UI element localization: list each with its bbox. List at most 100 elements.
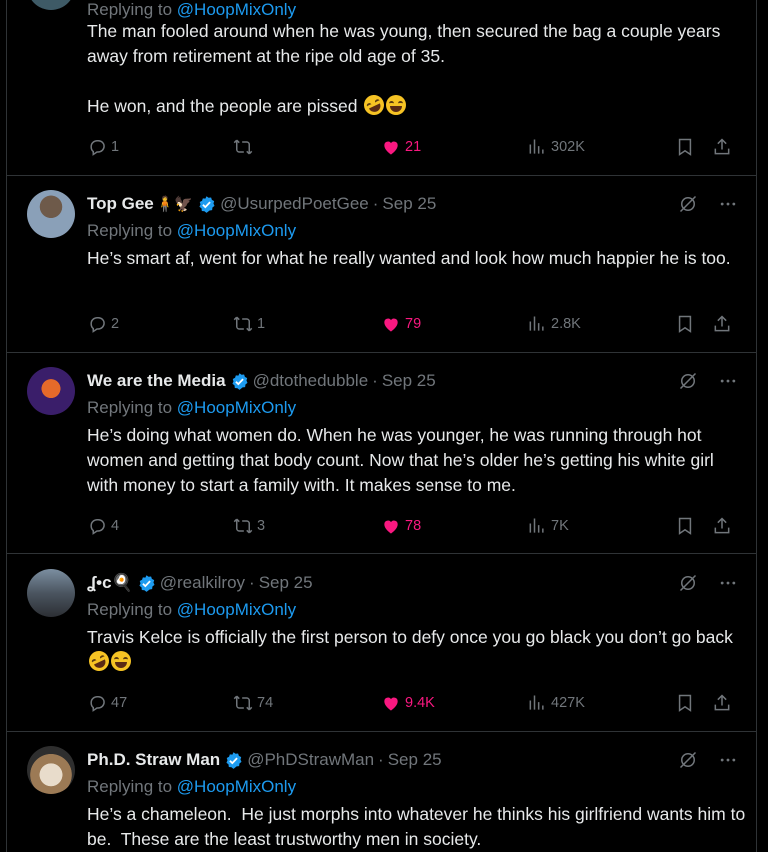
mention-link[interactable]: @HoopMixOnly [177, 777, 296, 796]
timestamp[interactable]: Sep 25 [382, 371, 436, 391]
verified-badge-icon [199, 195, 215, 213]
handle[interactable]: @realkilroy [160, 573, 245, 593]
mention-link[interactable]: @HoopMixOnly [177, 221, 296, 240]
repost-button[interactable] [233, 135, 257, 159]
reply-button[interactable]: 1 [87, 135, 119, 159]
bookmark-icon [678, 315, 692, 333]
reply-post[interactable]: ʆ•c🍳 @realkilroy · Sep 25 Replying to @H… [7, 555, 756, 732]
avatar[interactable] [27, 0, 75, 10]
display-name[interactable]: Top Gee [87, 194, 154, 214]
reply-post[interactable]: Ph.D. Straw Man @PhDStrawMan · Sep 25 Re… [7, 732, 756, 852]
reply-button[interactable]: 4 [87, 514, 119, 538]
post-menu [678, 750, 738, 770]
avatar[interactable] [27, 367, 75, 415]
handle[interactable]: @PhDStrawMan [247, 750, 374, 770]
reply-post[interactable]: Top Gee 🧍🦅 @UsurpedPoetGee · Sep 25 Repl… [7, 176, 756, 353]
more-icon[interactable] [718, 194, 738, 214]
avatar[interactable] [27, 569, 75, 617]
display-name[interactable]: ʆ•c🍳 [87, 573, 133, 593]
more-icon[interactable] [718, 573, 738, 593]
grok-icon[interactable] [678, 573, 698, 593]
like-button[interactable]: 78 [381, 514, 421, 538]
like-icon [384, 520, 398, 534]
handle[interactable]: @dtothedubble [253, 371, 369, 391]
action-bar: 1 21 302K [87, 135, 747, 159]
grok-icon[interactable] [678, 750, 698, 770]
reply-post[interactable]: Replying to @HoopMixOnly The man fooled … [7, 0, 756, 176]
timestamp[interactable]: Sep 25 [382, 194, 436, 214]
reply-icon [90, 519, 105, 535]
post-text: He’s smart af, went for what he really w… [87, 248, 731, 268]
joy-emoji-icon [111, 651, 131, 671]
verified-badge-icon [226, 751, 242, 769]
avatar[interactable] [27, 746, 75, 794]
views-icon [529, 139, 544, 154]
avatar[interactable] [27, 190, 75, 238]
replying-to: Replying to @HoopMixOnly [87, 398, 297, 417]
views-button[interactable]: 427K [527, 691, 585, 715]
repost-button[interactable]: 74 [233, 691, 273, 715]
timestamp[interactable]: Sep 25 [388, 750, 442, 770]
share-button[interactable] [712, 135, 732, 159]
reply-button[interactable]: 47 [87, 691, 127, 715]
display-name[interactable]: We are the Media [87, 371, 226, 391]
reply-button[interactable]: 2 [87, 312, 119, 336]
action-bar: 47 74 9.4K 427K [87, 691, 747, 715]
grok-icon[interactable] [678, 371, 698, 391]
post-text: He’s a chameleon. He just morphs into wh… [87, 804, 751, 849]
share-icon [714, 517, 730, 534]
share-button[interactable] [712, 691, 732, 715]
more-icon[interactable] [718, 371, 738, 391]
share-icon [714, 694, 730, 711]
like-button[interactable]: 9.4K [381, 691, 435, 715]
repost-icon [233, 139, 253, 155]
display-name[interactable]: Ph.D. Straw Man [87, 750, 220, 770]
mention-link[interactable]: @HoopMixOnly [177, 398, 296, 417]
repost-button[interactable]: 3 [233, 514, 265, 538]
bookmark-icon [678, 694, 692, 712]
bookmark-button[interactable] [675, 135, 695, 159]
share-button[interactable] [712, 514, 732, 538]
bookmark-button[interactable] [675, 691, 695, 715]
share-button[interactable] [712, 312, 732, 336]
post-header: Ph.D. Straw Man @PhDStrawMan · Sep 25 [87, 750, 442, 770]
repost-icon [233, 316, 253, 332]
repost-button[interactable]: 1 [233, 312, 265, 336]
bookmark-button[interactable] [675, 514, 695, 538]
like-button[interactable]: 21 [381, 135, 421, 159]
timestamp[interactable]: Sep 25 [259, 573, 313, 593]
reply-post[interactable]: We are the Media @dtothedubble · Sep 25 … [7, 353, 756, 554]
rofl-emoji-icon [361, 91, 388, 119]
post-header: We are the Media @dtothedubble · Sep 25 [87, 371, 436, 391]
bookmark-icon [678, 138, 692, 156]
verified-badge-icon [139, 574, 155, 592]
views-button[interactable]: 302K [527, 135, 585, 159]
post-menu [678, 371, 738, 391]
post-menu [678, 194, 738, 214]
action-bar: 4 3 78 7K [87, 514, 747, 538]
reply-icon [90, 140, 105, 156]
post-header: ʆ•c🍳 @realkilroy · Sep 25 [87, 573, 313, 593]
like-icon [384, 697, 398, 711]
like-icon [384, 318, 398, 332]
mention-link[interactable]: @HoopMixOnly [177, 0, 296, 19]
views-icon [529, 695, 544, 710]
action-bar: 2 1 79 2.8K [87, 312, 747, 336]
name-emoji: 🧍🦅 [155, 196, 194, 213]
views-button[interactable]: 7K [527, 514, 569, 538]
replying-to: Replying to @HoopMixOnly [87, 0, 297, 19]
bookmark-button[interactable] [675, 312, 695, 336]
grok-icon[interactable] [678, 194, 698, 214]
views-button[interactable]: 2.8K [527, 312, 581, 336]
post-text: He’s doing what women do. When he was yo… [87, 425, 714, 495]
like-button[interactable]: 79 [381, 312, 421, 336]
verified-badge-icon [232, 372, 248, 390]
repost-icon [233, 695, 253, 711]
more-icon[interactable] [718, 750, 738, 770]
like-icon [384, 141, 398, 155]
replying-to: Replying to @HoopMixOnly [87, 777, 297, 796]
reply-icon [90, 317, 105, 333]
handle[interactable]: @UsurpedPoetGee [220, 194, 369, 214]
reply-icon [90, 696, 105, 712]
mention-link[interactable]: @HoopMixOnly [177, 600, 296, 619]
